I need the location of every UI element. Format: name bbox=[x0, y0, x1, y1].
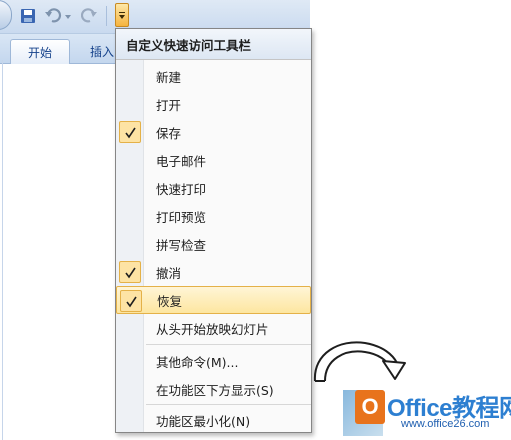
curved-arrow-icon bbox=[313, 341, 406, 382]
office-logo-icon: O bbox=[355, 390, 385, 424]
customize-dropdown-icon[interactable] bbox=[115, 3, 129, 27]
checkmark-icon bbox=[119, 121, 141, 143]
menu-item-label: 打印预览 bbox=[156, 209, 207, 225]
menu-item-label: 恢复 bbox=[157, 293, 183, 309]
menu-item-email[interactable]: 电子邮件 bbox=[116, 146, 311, 174]
checkbox bbox=[119, 177, 141, 199]
checkmark-icon bbox=[119, 261, 141, 283]
save-icon[interactable] bbox=[20, 7, 36, 25]
checkbox bbox=[119, 317, 141, 339]
tab-home[interactable]: 开始 bbox=[10, 39, 70, 64]
menu-item-undo[interactable]: 撤消 bbox=[116, 258, 311, 286]
tab-insert-label: 插入 bbox=[90, 45, 115, 59]
menu-item-print-preview[interactable]: 打印预览 bbox=[116, 202, 311, 230]
menu-item-minimize-ribbon[interactable]: 功能区最小化(N) bbox=[116, 406, 311, 434]
logo-url: www.office26.com bbox=[401, 418, 490, 430]
menu-separator bbox=[146, 344, 311, 345]
checkbox bbox=[119, 149, 141, 171]
window-edge bbox=[2, 60, 3, 440]
menu-item-label: 电子邮件 bbox=[156, 153, 207, 169]
checkbox bbox=[119, 233, 141, 255]
checkbox bbox=[119, 93, 141, 115]
toolbar-separator bbox=[106, 6, 107, 26]
menu-item-label: 撤消 bbox=[156, 265, 182, 281]
menu-item-show-below-ribbon[interactable]: 在功能区下方显示(S) bbox=[116, 375, 311, 403]
menu-item-quick-print[interactable]: 快速打印 bbox=[116, 174, 311, 202]
menu-item-label: 快速打印 bbox=[156, 181, 207, 197]
undo-icon[interactable] bbox=[44, 7, 72, 25]
menu-item-new[interactable]: 新建 bbox=[116, 62, 311, 90]
site-logo: O Office教程网 www.office26.com bbox=[343, 386, 511, 436]
menu-item-save[interactable]: 保存 bbox=[116, 118, 311, 146]
menu-item-label: 在功能区下方显示(S) bbox=[156, 382, 274, 398]
menu-item-start-slideshow[interactable]: 从头开始放映幻灯片 bbox=[116, 314, 311, 342]
menu-item-label: 其他命令(M)... bbox=[156, 354, 239, 370]
office-button[interactable] bbox=[0, 0, 12, 30]
customize-qat-menu: 自定义快速访问工具栏 新建 打开 保存 电子邮件 快速打印 打印预览 拼写检查 … bbox=[115, 28, 312, 433]
menu-item-spell-check[interactable]: 拼写检查 bbox=[116, 230, 311, 258]
menu-title: 自定义快速访问工具栏 bbox=[116, 29, 311, 60]
tab-home-label: 开始 bbox=[27, 45, 52, 60]
menu-item-label: 功能区最小化(N) bbox=[156, 413, 251, 429]
menu-item-label: 保存 bbox=[156, 125, 182, 141]
checkbox bbox=[119, 65, 141, 87]
menu-item-label: 打开 bbox=[156, 97, 182, 113]
checkbox bbox=[119, 205, 141, 227]
menu-item-label: 拼写检查 bbox=[156, 237, 207, 253]
menu-item-more-commands[interactable]: 其他命令(M)... bbox=[116, 347, 311, 375]
menu-separator bbox=[146, 404, 311, 405]
redo-icon[interactable] bbox=[80, 7, 100, 25]
menu-item-redo[interactable]: 恢复 bbox=[116, 286, 311, 314]
menu-item-label: 新建 bbox=[156, 69, 182, 85]
menu-item-open[interactable]: 打开 bbox=[116, 90, 311, 118]
menu-item-label: 从头开始放映幻灯片 bbox=[156, 321, 269, 337]
checkmark-icon bbox=[120, 290, 142, 312]
